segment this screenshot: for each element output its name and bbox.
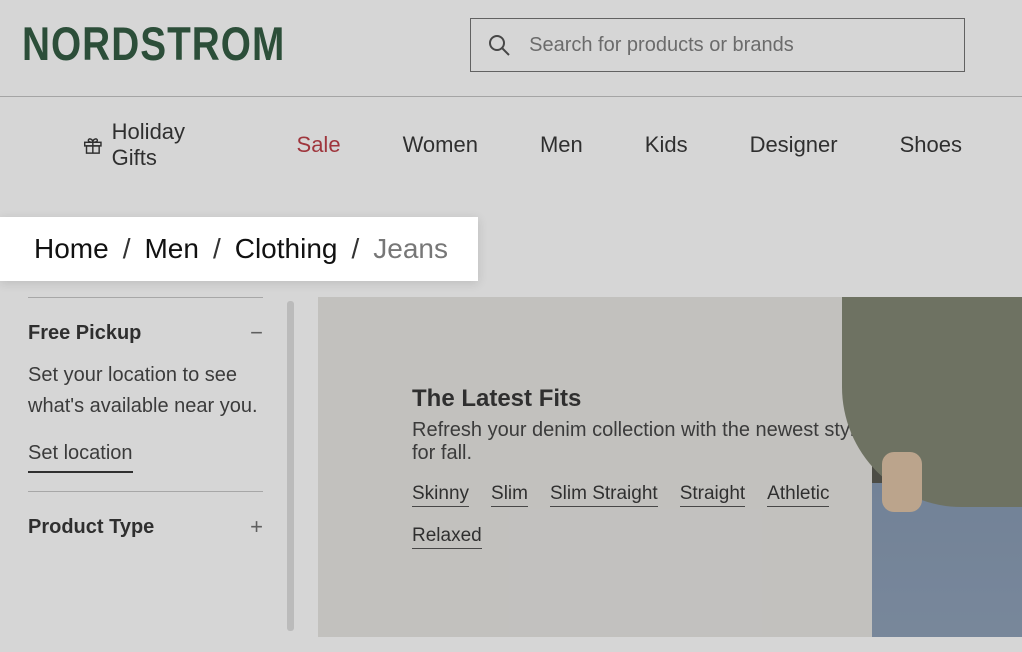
breadcrumb-separator: / [213, 233, 221, 265]
breadcrumb-highlight: Home / Men / Clothing / Jeans [0, 217, 478, 281]
filter-free-pickup-body: Set your location to see what's availabl… [28, 360, 263, 491]
search-icon [487, 33, 511, 57]
content-area: Free Pickup − Set your location to see w… [0, 297, 1022, 637]
fit-link-skinny[interactable]: Skinny [412, 483, 469, 507]
filter-free-pickup-title: Free Pickup [28, 322, 141, 345]
header: NORDSTROM [0, 0, 1022, 90]
breadcrumb-separator: / [351, 233, 359, 265]
sidebar-scrollbar[interactable] [287, 301, 294, 631]
nav-shoes[interactable]: Shoes [900, 132, 962, 158]
nav-holiday-gifts-label: Holiday Gifts [112, 119, 235, 171]
fit-link-athletic[interactable]: Athletic [767, 483, 829, 507]
hero-subtitle: Refresh your denim collection with the n… [412, 419, 892, 465]
fit-link-slim-straight[interactable]: Slim Straight [550, 483, 658, 507]
nav-sale[interactable]: Sale [297, 132, 341, 158]
hero-copy: The Latest Fits Refresh your denim colle… [412, 385, 892, 549]
main-nav: Holiday Gifts Sale Women Men Kids Design… [0, 96, 1022, 193]
nav-kids[interactable]: Kids [645, 132, 688, 158]
collapse-icon[interactable]: − [250, 320, 263, 346]
filter-sidebar: Free Pickup − Set your location to see w… [28, 297, 263, 637]
fit-link-straight[interactable]: Straight [680, 483, 745, 507]
hero-title: The Latest Fits [412, 385, 892, 413]
search-box[interactable] [470, 18, 965, 72]
nav-designer[interactable]: Designer [750, 132, 838, 158]
set-location-link[interactable]: Set location [28, 438, 133, 473]
nav-women[interactable]: Women [403, 132, 478, 158]
nav-holiday-gifts[interactable]: Holiday Gifts [82, 119, 235, 171]
expand-icon[interactable]: + [250, 514, 263, 540]
filter-product-type-header[interactable]: Product Type + [28, 492, 263, 554]
hero-image-hand [882, 452, 922, 512]
filter-free-pickup-text: Set your location to see what's availabl… [28, 360, 263, 422]
breadcrumb: Home / Men / Clothing / Jeans [34, 233, 448, 265]
gift-icon [82, 134, 104, 156]
nav-men[interactable]: Men [540, 132, 583, 158]
logo[interactable]: NORDSTROM [22, 18, 285, 72]
breadcrumb-men[interactable]: Men [144, 233, 198, 265]
breadcrumb-current: Jeans [373, 233, 448, 265]
hero-image [842, 297, 1022, 637]
fit-link-relaxed[interactable]: Relaxed [412, 525, 482, 549]
breadcrumb-home[interactable]: Home [34, 233, 109, 265]
fit-links: Skinny Slim Slim Straight Straight Athle… [412, 483, 892, 549]
filter-free-pickup-header[interactable]: Free Pickup − [28, 298, 263, 360]
breadcrumb-separator: / [123, 233, 131, 265]
hero-panel: The Latest Fits Refresh your denim colle… [318, 297, 1022, 637]
breadcrumb-clothing[interactable]: Clothing [235, 233, 338, 265]
filter-product-type-title: Product Type [28, 516, 154, 539]
hero-image-jacket [842, 297, 1022, 507]
search-input[interactable] [529, 34, 948, 57]
fit-link-slim[interactable]: Slim [491, 483, 528, 507]
